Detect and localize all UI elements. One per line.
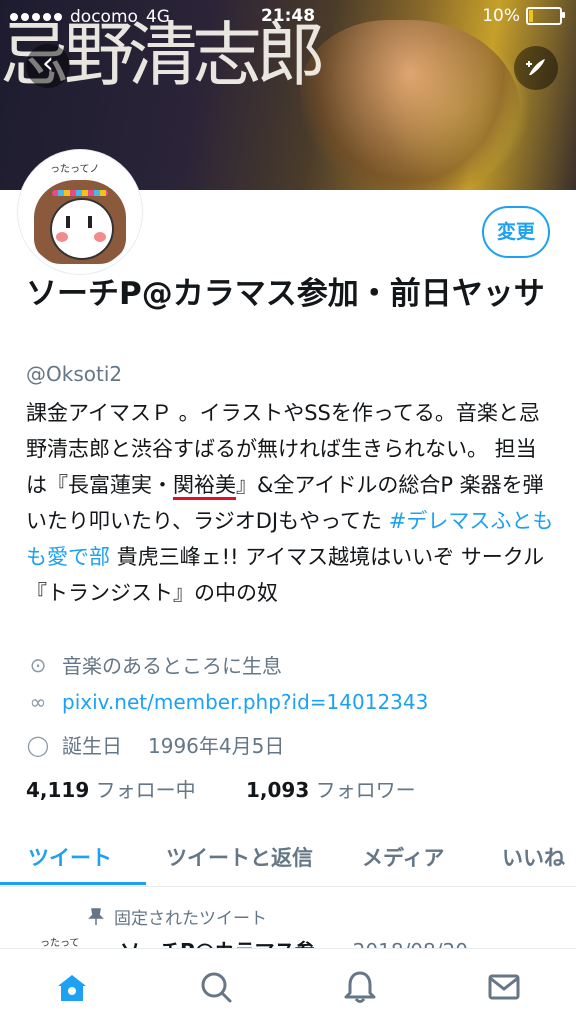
tab-media[interactable]: メディア xyxy=(362,842,445,872)
pin-icon xyxy=(88,907,104,925)
back-button[interactable]: ‹ xyxy=(26,44,70,88)
home-tab[interactable] xyxy=(52,967,92,1007)
status-bar: docomo 4G 21:48 10% xyxy=(0,0,576,34)
following-link[interactable]: 4,119 フォロー中 xyxy=(26,778,196,802)
battery-percent: 10% xyxy=(482,6,520,26)
link-icon: ∞ xyxy=(29,690,47,714)
search-tab[interactable] xyxy=(196,967,236,1007)
bottom-tab-bar xyxy=(0,948,576,1025)
profile-location: ⊙ 音楽のあるところに生息 xyxy=(26,650,556,679)
notifications-icon xyxy=(344,971,376,1003)
profile-handle: @Oksoti2 xyxy=(26,362,123,386)
edit-profile-button[interactable]: 変更 xyxy=(482,206,550,258)
active-tab-indicator xyxy=(0,882,146,885)
home-icon xyxy=(58,975,86,1001)
follow-stats: 4,119 フォロー中 1,093 フォロワー xyxy=(26,774,416,803)
followers-link[interactable]: 1,093 フォロワー xyxy=(246,778,416,802)
profile-birthday: ◯ 誕生日 1996年4月5日 xyxy=(26,732,285,759)
messages-icon xyxy=(488,974,520,1000)
tab-likes[interactable]: いいね xyxy=(502,842,565,872)
messages-tab[interactable] xyxy=(484,967,524,1007)
profile-tabs: ツイート ツイートと返信 メディア いいね xyxy=(0,832,576,887)
bio-highlight: 関裕美 xyxy=(173,473,236,500)
avatar-caption: ったってノ xyxy=(50,164,100,175)
profile-bio: 課金アイマスＰ 。イラストやSSを作ってる。音楽と忌野清志郎と渋谷すばるが無けれ… xyxy=(26,401,554,605)
pinned-label: 固定されたツイート xyxy=(88,904,267,929)
quill-icon xyxy=(526,59,545,75)
pinned-tweet[interactable]: ソーチP@カラマス参…2018/08/20 xyxy=(120,935,560,949)
battery-icon xyxy=(526,7,565,25)
tab-tweets-replies[interactable]: ツイートと返信 xyxy=(166,842,313,872)
compose-tweet-button[interactable] xyxy=(514,46,558,90)
tab-tweets[interactable]: ツイート xyxy=(28,842,112,872)
profile-website: ∞ pixiv.net/member.php?id=14012343 xyxy=(26,690,556,714)
balloon-icon: ◯ xyxy=(26,732,50,757)
search-icon xyxy=(201,972,232,1003)
location-pin-icon: ⊙ xyxy=(29,652,47,677)
banner-figure xyxy=(300,20,520,190)
chevron-left-icon: ‹ xyxy=(42,46,54,81)
website-link[interactable]: pixiv.net/member.php?id=14012343 xyxy=(62,690,428,714)
avatar[interactable]: ったってノ xyxy=(18,150,142,274)
notifications-tab[interactable] xyxy=(340,967,380,1007)
profile-name: ソーチP@カラマス参加・前日ヤッサ xyxy=(26,276,545,312)
